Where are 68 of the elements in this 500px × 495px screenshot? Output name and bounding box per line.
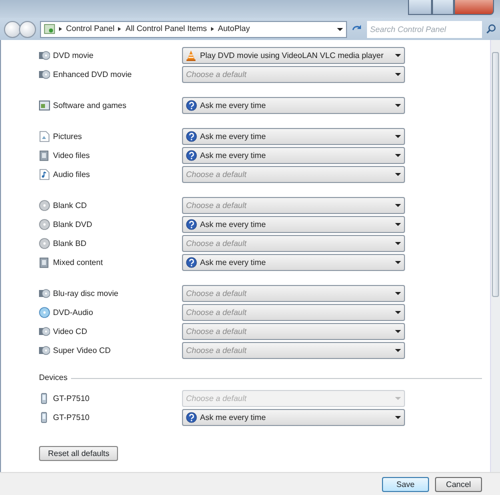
disc-icon: [39, 238, 50, 249]
chevron-icon: [118, 27, 122, 31]
control-panel-icon: [44, 24, 55, 34]
breadcrumb[interactable]: AutoPlay: [218, 23, 250, 35]
scrollbar[interactable]: [490, 40, 500, 472]
address-field[interactable]: Control Panel All Control Panel Items AutoPlay: [40, 20, 347, 38]
breadcrumb[interactable]: All Control Panel Items: [125, 23, 207, 35]
disc-icon: [39, 326, 50, 337]
item-label: DVD movie: [53, 50, 94, 62]
item-label: Blank DVD: [53, 218, 92, 230]
item-label: Software and games: [53, 100, 126, 112]
reset-button[interactable]: Reset all defaults: [39, 446, 118, 461]
breadcrumb[interactable]: Control Panel: [66, 23, 114, 35]
help-icon: [186, 219, 197, 230]
item-label: Mixed content: [53, 256, 103, 268]
search-icon: [486, 24, 496, 34]
dropdown[interactable]: Ask me every time: [182, 254, 405, 271]
music-note-icon: [39, 169, 50, 180]
item-label: Super Video CD: [53, 344, 111, 356]
dropdown[interactable]: Ask me every time: [182, 216, 405, 233]
disc-icon: [39, 200, 50, 211]
item-label: GT-P7510: [53, 392, 90, 404]
dropdown[interactable]: Ask me every time: [182, 128, 405, 145]
chevron-icon: [59, 27, 62, 31]
item-label: Blu-ray disc movie: [53, 288, 118, 300]
item-label: Video CD: [53, 326, 88, 338]
item-label: Pictures: [53, 130, 82, 142]
disc-icon: [39, 219, 50, 230]
maximize-button[interactable]: [432, 0, 454, 15]
video-file-icon: [39, 257, 50, 268]
cancel-button[interactable]: Cancel: [435, 476, 482, 492]
dropdown-caret-icon[interactable]: [337, 28, 343, 30]
item-label: Audio files: [53, 168, 90, 180]
window-icon: [39, 100, 50, 111]
phone-icon: [39, 412, 50, 423]
item-label: Blank BD: [53, 238, 86, 250]
minimize-button[interactable]: [408, 0, 432, 15]
dropdown[interactable]: Ask me every time: [182, 147, 405, 164]
chevron-icon: [210, 27, 214, 31]
item-label: Enhanced DVD movie: [53, 68, 132, 80]
section-heading: Devices: [39, 372, 68, 384]
picture-icon: [39, 131, 50, 142]
dropdown[interactable]: Play DVD movie using VideoLAN VLC media player: [182, 47, 405, 64]
dropdown[interactable]: Ask me every time: [182, 409, 405, 426]
traffic-cone-icon: [186, 50, 197, 61]
help-icon: [186, 100, 197, 111]
help-icon: [186, 131, 197, 142]
help-icon: [186, 150, 197, 161]
video-file-icon: [39, 150, 50, 161]
phone-icon: [39, 393, 50, 404]
disc-icon: [39, 307, 50, 318]
back-button[interactable]: [4, 20, 21, 38]
disc-icon: [39, 345, 50, 356]
item-label: DVD-Audio: [53, 306, 94, 318]
search-field[interactable]: Search Control Panel: [367, 20, 482, 38]
help-icon: [186, 257, 197, 268]
item-label: Video files: [53, 150, 90, 162]
item-label: GT-P7510: [53, 412, 90, 424]
scroll-thumb[interactable]: [492, 52, 499, 297]
forward-button[interactable]: [19, 20, 36, 38]
close-button[interactable]: [454, 0, 494, 15]
help-icon: [186, 412, 197, 423]
item-label: Blank CD: [53, 200, 87, 212]
disc-icon: [39, 288, 50, 299]
save-button[interactable]: Save: [382, 476, 429, 492]
dropdown[interactable]: Ask me every time: [182, 97, 405, 114]
disc-icon: [39, 69, 50, 80]
disc-icon: [39, 50, 50, 61]
